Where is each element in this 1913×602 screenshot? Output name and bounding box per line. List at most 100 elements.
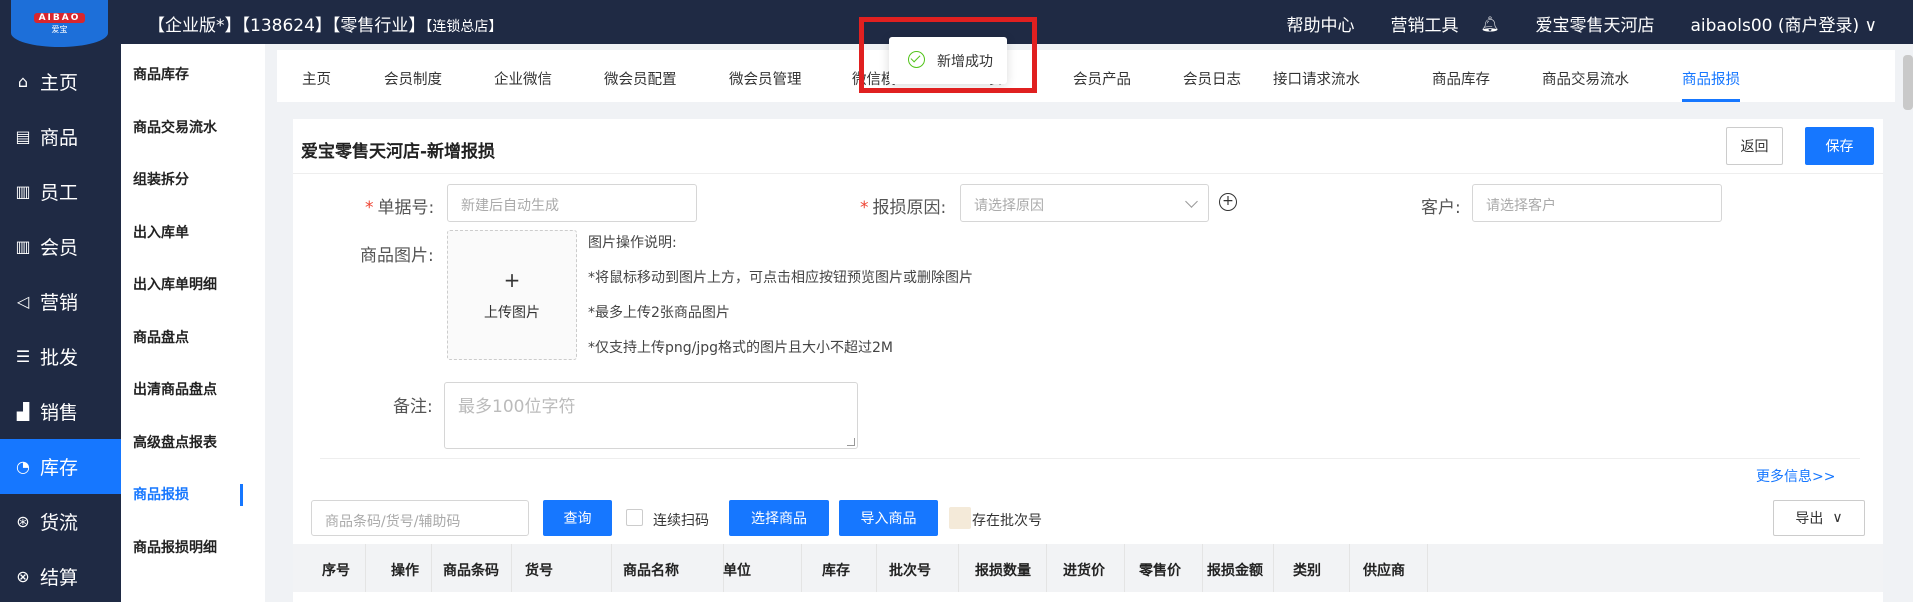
main-nav-item[interactable]: ▥ 会员: [0, 219, 121, 274]
reason-select[interactable]: 请选择原因: [960, 184, 1209, 222]
tab-item[interactable]: 商品报损: [1682, 68, 1740, 102]
main-nav-label: 营销: [40, 292, 79, 314]
tab-item[interactable]: 微会员管理: [729, 68, 802, 89]
megaphone-icon: ◁: [16, 292, 30, 311]
tab-item[interactable]: 主页: [302, 68, 331, 89]
sub-nav-item[interactable]: 商品报损明细: [121, 521, 265, 574]
logo-brand: AIBAO: [33, 12, 86, 23]
box-icon: ▤: [15, 127, 31, 146]
pie-icon: ◔: [16, 457, 30, 476]
home-icon: ⌂: [17, 72, 29, 91]
main-nav-label: 会员: [40, 237, 79, 259]
table-column-header[interactable]: 报损金额: [1207, 560, 1263, 580]
doc-no-field[interactable]: 新建后自动生成: [447, 184, 697, 222]
table-column-header[interactable]: 货号: [525, 560, 553, 580]
account-title: 【企业版*】【138624】【零售行业】【连锁总店】: [148, 11, 502, 36]
main-nav-item[interactable]: ☰ 批发: [0, 329, 121, 384]
sub-nav-item[interactable]: 出入库单: [121, 206, 265, 259]
main-nav-item[interactable]: ▟ 销售: [0, 384, 121, 439]
main-nav-item[interactable]: ◔ 库存: [0, 439, 121, 494]
table-column-header[interactable]: 序号: [322, 560, 350, 580]
upload-image-button[interactable]: + 上传图片: [447, 230, 577, 360]
sub-nav-item[interactable]: 出清商品盘点: [121, 363, 265, 416]
query-button[interactable]: 查询: [543, 500, 612, 536]
table-column-divider: [1202, 544, 1203, 592]
main-nav-item[interactable]: ▥ 员工: [0, 164, 121, 219]
user-name: aibaols00 (商户登录): [1690, 16, 1860, 36]
table-column-header[interactable]: 零售价: [1139, 560, 1181, 580]
user-menu[interactable]: aibaols00 (商户登录) ∨: [1691, 11, 1878, 36]
help-center-link[interactable]: 帮助中心: [1286, 11, 1354, 36]
export-button[interactable]: 导出 ∨: [1773, 500, 1865, 536]
main-nav-label: 货流: [40, 512, 79, 534]
flow-icon: ⊛: [16, 512, 30, 531]
sub-nav-item[interactable]: 组装拆分: [121, 153, 265, 206]
tab-item[interactable]: 微会员配置: [604, 68, 677, 89]
table-column-header[interactable]: 批次号: [889, 560, 931, 580]
import-goods-button[interactable]: 导入商品: [839, 500, 938, 536]
more-info-link[interactable]: 更多信息>>: [1756, 466, 1835, 486]
main-nav-item[interactable]: ⊗ 结算: [0, 549, 121, 602]
sub-nav-item[interactable]: 出入库单明细: [121, 258, 265, 311]
table-column-header[interactable]: 商品名称: [623, 560, 679, 580]
image-label: 商品图片:: [360, 246, 434, 266]
tab-item[interactable]: 接口请求流水: [1273, 68, 1360, 89]
batch-checkbox[interactable]: [949, 507, 971, 529]
staff-icon: ▥: [15, 182, 31, 201]
store-switcher[interactable]: 爱宝零售天河店: [1536, 11, 1655, 36]
form-divider: [320, 458, 1860, 459]
plus-icon: +: [503, 268, 521, 292]
tab-item[interactable]: 会员日志: [1183, 68, 1241, 89]
sub-nav-item[interactable]: 商品库存: [121, 48, 265, 101]
table-column-header[interactable]: 类别: [1293, 560, 1321, 580]
table-column-header[interactable]: 进货价: [1063, 560, 1105, 580]
member-icon: ▥: [15, 237, 31, 256]
marketing-tools-link[interactable]: 营销工具: [1390, 11, 1458, 36]
table-column-divider: [801, 544, 802, 592]
select-goods-button[interactable]: 选择商品: [729, 500, 829, 536]
table-column-header[interactable]: 报损数量: [975, 560, 1031, 580]
main-nav-item[interactable]: ⌂ 主页: [0, 54, 121, 109]
reason-label: * 报损原因:: [860, 198, 947, 218]
table-column-divider: [431, 544, 432, 592]
main-nav-label: 商品: [40, 127, 79, 149]
main-nav-item[interactable]: ⊛ 货流: [0, 494, 121, 549]
sub-nav-item[interactable]: 高级盘点报表: [121, 416, 265, 469]
continuous-scan-checkbox[interactable]: [626, 509, 643, 526]
main-nav-label: 销售: [40, 402, 79, 424]
save-button[interactable]: 保存: [1805, 127, 1874, 165]
page-scrollbar[interactable]: [1903, 55, 1913, 110]
table-column-header[interactable]: 供应商: [1363, 560, 1405, 580]
remark-textarea[interactable]: 最多100位字符: [444, 382, 858, 449]
customer-field[interactable]: 请选择客户: [1472, 184, 1722, 222]
table-column-header[interactable]: 单位: [723, 560, 751, 580]
breakage-form-card: 爱宝零售天河店-新增报损 返回 保存 * 单据号: 新建后自动生成 * 报损原因: …: [293, 119, 1883, 602]
table-column-header[interactable]: 商品条码: [443, 560, 499, 580]
main-nav-label: 结算: [40, 567, 79, 589]
table-column-header[interactable]: 库存: [822, 560, 850, 580]
main-nav-item[interactable]: ▤ 商品: [0, 109, 121, 164]
tab-item[interactable]: 会员产品: [1073, 68, 1131, 89]
main-nav-item[interactable]: ◁ 营销: [0, 274, 121, 329]
main-nav-label: 库存: [40, 457, 79, 479]
main-nav: ⌂ 主页 ▤ 商品 ▥ 员工 ▥ 会员 ◁ 营销 ☰ 批发 ▟ 销售 ◔ 库存 ⊛ 货流 ⊗ 结算: [0, 54, 121, 602]
highlight-box: [859, 17, 1037, 93]
goods-search-input[interactable]: 商品条码/货号/辅助码: [311, 500, 529, 536]
back-button[interactable]: 返回: [1726, 127, 1783, 165]
sub-nav-item[interactable]: 商品盘点: [121, 311, 265, 364]
tab-item[interactable]: 商品库存: [1432, 68, 1490, 89]
table-column-divider: [958, 544, 959, 592]
add-reason-icon[interactable]: +: [1219, 193, 1237, 211]
page-title: 爱宝零售天河店-新增报损: [301, 142, 496, 162]
table-column-header[interactable]: 操作: [391, 560, 419, 580]
tab-item[interactable]: 会员制度: [384, 68, 442, 89]
resize-grip-icon[interactable]: [847, 438, 855, 446]
tab-item[interactable]: 商品交易流水: [1542, 68, 1629, 89]
tab-item[interactable]: 企业微信: [494, 68, 552, 89]
main-nav-label: 员工: [40, 182, 79, 204]
sub-nav-item[interactable]: 商品交易流水: [121, 101, 265, 154]
sub-nav-item[interactable]: 商品报损: [121, 468, 265, 521]
aibao-logo[interactable]: AIBAO 爱宝: [11, 0, 108, 47]
chevron-down-icon: [1185, 195, 1198, 208]
bell-icon[interactable]: 🔔︎: [1480, 15, 1499, 33]
